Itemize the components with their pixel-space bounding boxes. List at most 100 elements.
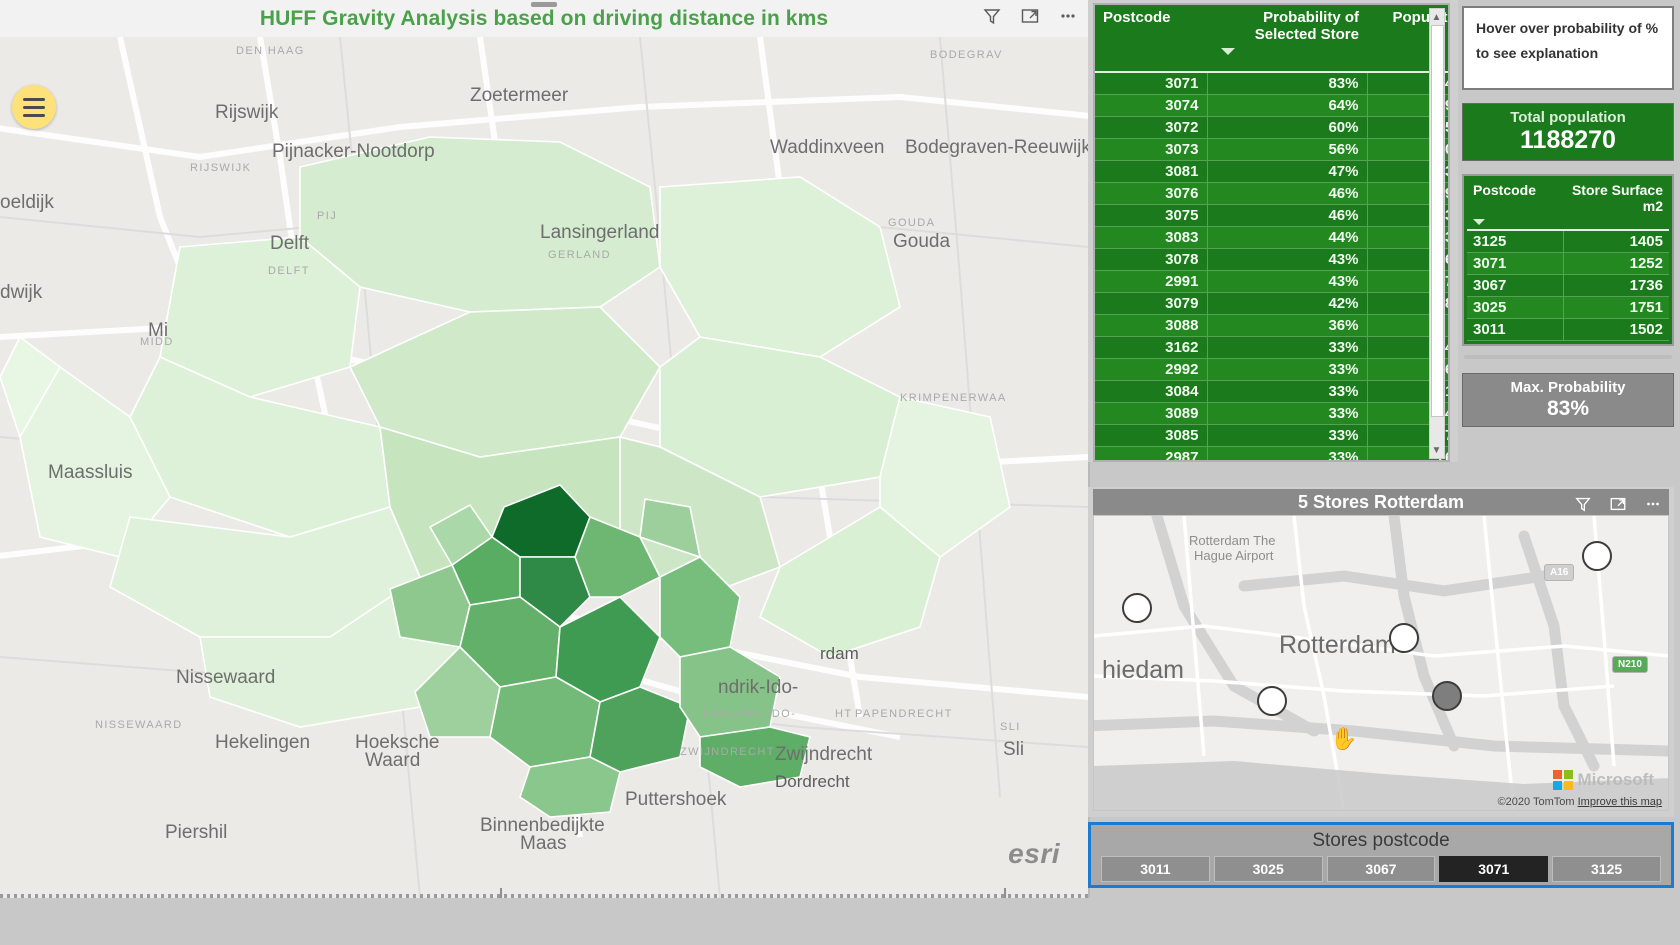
filter-icon[interactable] [980,4,1004,28]
cell-probability[interactable]: 44% [1207,226,1368,249]
scrollbar-thumb[interactable] [1431,25,1444,417]
cell-probability[interactable]: 64% [1207,94,1368,117]
cell-store-surface[interactable]: 1405 [1563,230,1669,253]
table-row[interactable]: 308836%35 [1095,314,1448,337]
slicer-option-3071[interactable]: 3071 [1439,856,1549,882]
slicer-option-3025[interactable]: 3025 [1213,856,1323,882]
table-row[interactable]: 308147%12310 [1095,160,1448,183]
cell-postcode[interactable]: 3074 [1095,94,1208,117]
column-header-probability[interactable]: Probability of Selected Store [1207,5,1367,73]
table-scrollbar[interactable]: ▲ ▼ [1429,8,1445,459]
cell-postcode[interactable]: 2987 [1095,446,1208,460]
cell-probability[interactable]: 43% [1207,270,1368,293]
cell-store-surface[interactable]: 1751 [1563,296,1669,319]
table-row[interactable]: 307464%11915 [1095,94,1448,117]
cell-postcode[interactable]: 3081 [1095,160,1208,183]
table-row[interactable]: 3071 1252 [1467,252,1669,275]
table-row[interactable]: 307646%13900 [1095,182,1448,205]
map-canvas[interactable]: esri DEN HAAG Zoetermeer BODEGRAV Rijswijk P… [0,37,1088,898]
filter-icon[interactable] [1571,492,1595,516]
cell-probability[interactable]: 83% [1207,72,1368,95]
table-row[interactable]: 307843%12610 [1095,248,1448,271]
table-row[interactable]: 307356%14030 [1095,138,1448,161]
scroll-down-icon[interactable]: ▼ [1430,443,1443,457]
cell-store-postcode[interactable]: 3071 [1467,252,1564,275]
scroll-up-icon[interactable]: ▲ [1430,10,1443,24]
stores-map-canvas[interactable]: Rotterdam The Hague Airport Rotterdam hi… [1093,515,1669,811]
cell-probability[interactable]: 60% [1207,116,1368,139]
table-row[interactable]: 308433%2165 [1095,380,1448,403]
column-header-store-surface[interactable]: Store Surface m2 [1563,179,1669,231]
slicer-option-3125[interactable]: 3125 [1552,856,1661,882]
probability-table[interactable]: Postcode Probability of Selected Store P… [1095,5,1448,460]
cell-postcode[interactable]: 2992 [1095,358,1208,381]
cell-store-surface[interactable]: 1736 [1563,274,1669,297]
focus-mode-icon[interactable] [1018,4,1042,28]
cell-postcode[interactable]: 3078 [1095,248,1208,271]
table-row[interactable]: 3125 1405 [1467,230,1669,253]
cell-postcode[interactable]: 3079 [1095,292,1208,315]
store-marker[interactable] [1389,623,1419,653]
cell-postcode[interactable]: 3089 [1095,402,1208,425]
table-row[interactable]: 308344%13355 [1095,226,1448,249]
slicer-option-3067[interactable]: 3067 [1326,856,1436,882]
cell-probability[interactable]: 33% [1207,380,1368,403]
cell-postcode[interactable]: 2991 [1095,270,1208,293]
more-options-icon[interactable] [1641,492,1665,516]
table-row[interactable]: 299233%14650 [1095,358,1448,381]
cell-probability[interactable]: 56% [1207,138,1368,161]
table-row[interactable]: 299143%12790 [1095,270,1448,293]
cell-probability[interactable]: 33% [1207,424,1368,447]
focus-mode-icon[interactable] [1606,492,1630,516]
sort-descending-icon[interactable] [1221,48,1235,55]
drag-handle[interactable] [531,2,557,7]
hamburger-menu-icon[interactable] [12,85,56,129]
table-row[interactable]: 316233%7420 [1095,336,1448,359]
cell-postcode[interactable]: 3083 [1095,226,1208,249]
cell-probability[interactable]: 33% [1207,402,1368,425]
cell-postcode[interactable]: 3073 [1095,138,1208,161]
cell-probability[interactable]: 47% [1207,160,1368,183]
cell-postcode[interactable]: 3075 [1095,204,1208,227]
cell-postcode[interactable]: 3072 [1095,116,1208,139]
cell-postcode[interactable]: 3162 [1095,336,1208,359]
table-row[interactable]: 3067 1736 [1467,274,1669,297]
store-marker-selected[interactable] [1432,681,1462,711]
cell-probability[interactable]: 33% [1207,358,1368,381]
table-row[interactable]: 307260%15585 [1095,116,1448,139]
table-row[interactable]: 307942%15845 [1095,292,1448,315]
cell-store-postcode[interactable]: 3011 [1467,318,1564,341]
table-row[interactable]: 307546%13320 [1095,204,1448,227]
cell-postcode[interactable]: 3084 [1095,380,1208,403]
cell-probability[interactable]: 33% [1207,336,1368,359]
cell-store-postcode[interactable]: 3125 [1467,230,1564,253]
cell-probability[interactable]: 42% [1207,292,1368,315]
table-row[interactable]: 308533%12700 [1095,424,1448,447]
cell-probability[interactable]: 46% [1207,182,1368,205]
improve-map-link[interactable]: Improve this map [1578,796,1662,808]
sort-descending-icon[interactable] [1473,219,1485,225]
cell-postcode[interactable]: 3071 [1095,72,1208,95]
cell-postcode[interactable]: 3085 [1095,424,1208,447]
table-row[interactable]: 298733%7690 [1095,446,1448,460]
store-marker[interactable] [1257,686,1287,716]
store-surface-table[interactable]: Postcode Store Surface m2 3125 1405 3071 12… [1467,179,1669,341]
store-marker[interactable] [1122,593,1152,623]
column-header-postcode[interactable]: Postcode [1095,5,1207,73]
table-row[interactable]: 308933%1415 [1095,402,1448,425]
cell-store-postcode[interactable]: 3025 [1467,296,1564,319]
cell-probability[interactable]: 36% [1207,314,1368,337]
cell-postcode[interactable]: 3088 [1095,314,1208,337]
cell-probability[interactable]: 43% [1207,248,1368,271]
cell-store-postcode[interactable]: 3067 [1467,274,1564,297]
table-row[interactable]: 307183%19445 [1095,72,1448,95]
table-row[interactable]: 3011 1502 [1467,318,1669,341]
cell-store-surface[interactable]: 1502 [1563,318,1669,341]
slicer-option-3011[interactable]: 3011 [1101,856,1210,882]
cell-postcode[interactable]: 3076 [1095,182,1208,205]
table-row[interactable]: 3025 1751 [1467,296,1669,319]
cell-probability[interactable]: 33% [1207,446,1368,460]
store-marker[interactable] [1582,541,1612,571]
more-options-icon[interactable] [1056,4,1080,28]
cell-probability[interactable]: 46% [1207,204,1368,227]
